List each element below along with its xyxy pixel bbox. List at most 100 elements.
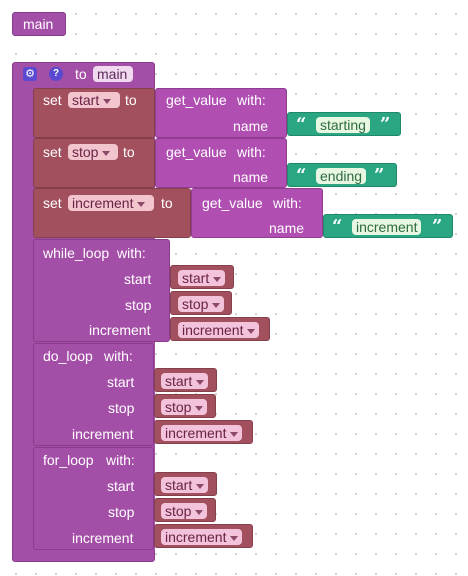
open-quote-icon: “ [296,165,307,186]
arg-label-start: start [107,478,135,494]
dropdown-arrow-icon [230,431,239,437]
arg-label-stop: stop [125,297,152,313]
arg-label-increment: increment [72,530,134,546]
string-field-increment[interactable]: increment [352,219,422,235]
dropdown-arrow-icon [102,150,111,156]
variable-name: start [165,373,193,389]
get-value-with-label: with: [237,92,266,108]
variable-dropdown-start[interactable]: start [178,270,226,286]
dropdown-arrow-icon [196,483,205,489]
variable-get-block[interactable]: increment [170,317,270,341]
variable-name: increment [182,322,244,338]
set-stop-block[interactable]: set stop to [33,138,155,188]
string-block-starting[interactable]: “ starting ” [287,112,401,136]
variable-get-block[interactable]: increment [154,420,253,444]
for-loop-block[interactable]: for_loop with: start stop increment [33,447,154,550]
variable-name: increment [72,195,134,211]
set-start-block[interactable]: set start to [33,88,155,138]
loop-with-label: with: [117,245,146,261]
variable-get-block[interactable]: start [154,472,217,496]
get-value-block-stop[interactable]: get_value with: name [155,138,287,188]
string-block-ending[interactable]: “ ending ” [287,163,397,187]
variable-get-block[interactable]: stop [154,498,216,522]
set-keyword: set [43,144,62,160]
get-value-with-label: with: [237,144,266,160]
variable-get-block[interactable]: increment [154,524,253,548]
dropdown-arrow-icon [196,379,205,385]
arg-label-start: start [107,374,135,390]
set-to-label: to [123,144,135,160]
variable-dropdown-increment[interactable]: increment [161,425,243,441]
dropdown-arrow-icon [137,201,146,207]
arg-label-increment: increment [72,426,134,442]
name-arg-label: name [269,220,305,236]
variable-dropdown-stop[interactable]: stop [68,144,118,160]
dropdown-arrow-icon [195,509,204,515]
loop-name-label: for_loop [43,452,94,468]
main-call-block[interactable]: main [12,12,66,36]
do-loop-block[interactable]: do_loop with: start stop increment [33,343,154,446]
arg-label-increment: increment [89,322,151,338]
variable-name: increment [165,529,227,545]
close-quote-icon: ” [432,216,443,237]
variable-dropdown-start[interactable]: start [161,477,209,493]
dropdown-arrow-icon [103,98,112,104]
variable-name: stop [182,296,209,312]
variable-name: increment [165,425,227,441]
name-arg-label: name [233,118,269,134]
variable-name: start [72,92,100,108]
variable-name: start [165,477,193,493]
get-value-block-increment[interactable]: get_value with: name [191,188,323,238]
get-value-label: get_value [166,92,227,108]
variable-dropdown-stop[interactable]: stop [178,296,225,312]
variable-dropdown-increment[interactable]: increment [68,195,154,211]
arg-label-stop: stop [108,400,135,416]
variable-name: stop [165,503,192,519]
set-keyword: set [43,92,62,108]
procedure-name-field[interactable]: main [93,66,133,82]
open-quote-icon: “ [296,114,307,135]
arg-label-stop: stop [108,504,135,520]
loop-name-label: while_loop [43,245,110,261]
set-keyword: set [43,195,62,211]
close-quote-icon: ” [374,165,385,186]
while-loop-block[interactable]: while_loop with: start stop increment [33,239,170,342]
loop-name-label: do_loop [43,348,93,364]
name-arg-label: name [233,169,269,185]
variable-name: stop [72,144,99,160]
dropdown-arrow-icon [230,535,239,541]
get-value-label: get_value [166,144,227,160]
variable-get-block[interactable]: stop [154,394,216,418]
procedure-to-label: to [75,66,87,82]
variable-dropdown-stop[interactable]: stop [161,399,208,415]
get-value-label: get_value [202,195,263,211]
variable-dropdown-start[interactable]: start [68,92,120,108]
string-field-starting[interactable]: starting [316,117,370,133]
variable-dropdown-stop[interactable]: stop [161,503,208,519]
variable-dropdown-increment[interactable]: increment [161,529,243,545]
arg-label-start: start [124,271,152,287]
loop-with-label: with: [104,348,133,364]
variable-get-block[interactable]: start [154,368,217,392]
open-quote-icon: “ [332,216,343,237]
string-block-increment[interactable]: “ increment ” [323,214,453,238]
dropdown-arrow-icon [247,328,256,334]
set-to-label: to [125,92,137,108]
gear-icon[interactable]: ⚙ [23,67,37,81]
set-increment-block[interactable]: set increment to [33,188,191,238]
dropdown-arrow-icon [213,276,222,282]
variable-dropdown-start[interactable]: start [161,373,209,389]
set-to-label: to [161,195,173,211]
loop-with-label: with: [106,452,135,468]
variable-get-block[interactable]: start [170,265,234,289]
variable-dropdown-increment[interactable]: increment [178,322,260,338]
main-call-label: main [23,16,54,32]
help-icon[interactable]: ? [49,67,63,81]
variable-get-block[interactable]: stop [170,291,232,315]
get-value-with-label: with: [273,195,302,211]
variable-name: start [182,270,210,286]
dropdown-arrow-icon [195,405,204,411]
close-quote-icon: ” [380,114,391,135]
get-value-block-start[interactable]: get_value with: name [155,88,287,138]
string-field-ending[interactable]: ending [316,168,367,184]
